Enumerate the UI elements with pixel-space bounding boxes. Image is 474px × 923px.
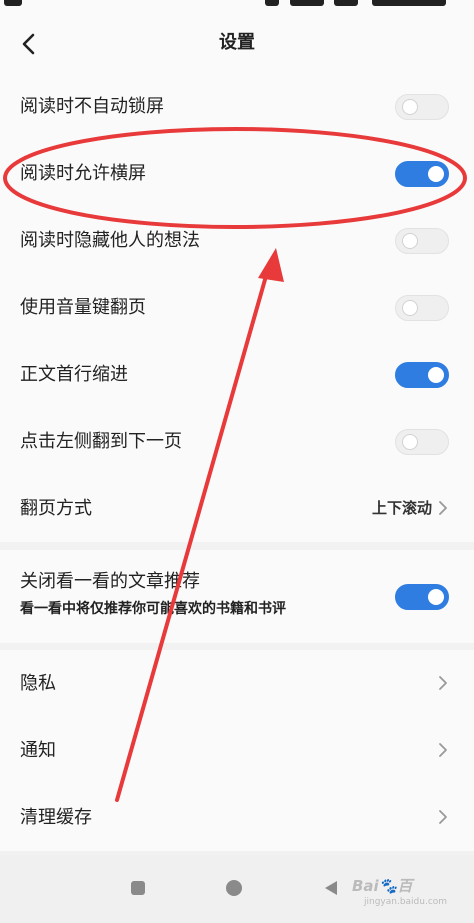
setting-label: 使用音量键翻页 bbox=[20, 297, 146, 318]
setting-label: 点击左侧翻到下一页 bbox=[20, 431, 182, 452]
toggle-knob bbox=[428, 367, 444, 383]
chevron-right-icon bbox=[439, 810, 447, 824]
setting-label: 翻页方式 bbox=[20, 498, 92, 519]
chevron-right-icon bbox=[439, 743, 447, 757]
setting-label: 阅读时隐藏他人的想法 bbox=[20, 230, 200, 251]
toggle-switch[interactable] bbox=[395, 94, 449, 120]
triangle-back-icon bbox=[325, 881, 337, 895]
square-icon bbox=[131, 881, 145, 895]
status-fragment bbox=[4, 0, 22, 6]
setting-row-hide-thoughts[interactable]: 阅读时隐藏他人的想法 bbox=[0, 207, 474, 274]
setting-row-tap-left-next-page[interactable]: 点击左侧翻到下一页 bbox=[0, 408, 474, 475]
status-fragment bbox=[372, 0, 446, 6]
setting-row-allow-landscape[interactable]: 阅读时允许横屏 bbox=[0, 140, 474, 207]
status-fragment bbox=[334, 0, 358, 6]
circle-icon bbox=[226, 880, 242, 896]
chevron-right-icon bbox=[439, 676, 447, 690]
recent-apps-button[interactable] bbox=[129, 879, 147, 897]
back-button[interactable] bbox=[10, 26, 46, 62]
setting-row-disable-recommend[interactable]: 关闭看一看的文章推荐 看一看中将仅推荐你可能喜欢的书籍和书评 bbox=[0, 550, 474, 643]
back-nav-button[interactable] bbox=[322, 879, 340, 897]
setting-label: 隐私 bbox=[20, 673, 56, 694]
app-header: 设置 bbox=[0, 14, 474, 72]
toggle-knob bbox=[428, 166, 444, 182]
chevron-right-icon bbox=[439, 501, 447, 515]
toggle-knob bbox=[428, 589, 444, 605]
setting-row-privacy[interactable]: 隐私 bbox=[0, 650, 474, 717]
page-turn-mode-value: 上下滚动 bbox=[371, 499, 432, 517]
chevron-left-icon bbox=[22, 33, 35, 55]
setting-label: 正文首行缩进 bbox=[20, 364, 128, 385]
page-title: 设置 bbox=[219, 32, 255, 53]
setting-label: 阅读时不自动锁屏 bbox=[20, 96, 164, 117]
toggle-switch[interactable] bbox=[395, 429, 449, 455]
watermark-url: jingyan.baidu.com bbox=[364, 897, 448, 907]
setting-row-first-line-indent[interactable]: 正文首行缩进 bbox=[0, 341, 474, 408]
misc-section: 隐私 通知 清理缓存 bbox=[0, 650, 474, 851]
reading-settings-section: 阅读时不自动锁屏 阅读时允许横屏 阅读时隐藏他人的想法 使用音量键翻页 正文首行… bbox=[0, 72, 474, 542]
toggle-knob bbox=[402, 233, 418, 249]
setting-row-notifications[interactable]: 通知 bbox=[0, 717, 474, 784]
setting-label: 清理缓存 bbox=[20, 807, 92, 828]
setting-row-page-turn-mode[interactable]: 翻页方式 上下滚动 bbox=[0, 475, 474, 542]
setting-row-volume-key-turn[interactable]: 使用音量键翻页 bbox=[0, 274, 474, 341]
setting-label: 通知 bbox=[20, 740, 56, 761]
setting-row-clear-cache[interactable]: 清理缓存 bbox=[0, 784, 474, 851]
watermark: Bai🐾百 bbox=[352, 877, 413, 895]
toggle-switch[interactable] bbox=[395, 295, 449, 321]
home-button[interactable] bbox=[225, 879, 243, 897]
toggle-knob bbox=[402, 300, 418, 316]
system-nav-bar: Bai🐾百 jingyan.baidu.com bbox=[0, 855, 474, 923]
setting-label: 阅读时允许横屏 bbox=[20, 163, 146, 184]
toggle-switch[interactable] bbox=[395, 584, 449, 610]
toggle-knob bbox=[402, 99, 418, 115]
setting-description: 看一看中将仅推荐你可能喜欢的书籍和书评 bbox=[20, 601, 286, 617]
status-fragment bbox=[290, 0, 324, 6]
toggle-switch[interactable] bbox=[395, 161, 449, 187]
toggle-knob bbox=[402, 434, 418, 450]
toggle-switch[interactable] bbox=[395, 362, 449, 388]
recommendation-section: 关闭看一看的文章推荐 看一看中将仅推荐你可能喜欢的书籍和书评 bbox=[0, 550, 474, 643]
status-fragment bbox=[265, 0, 279, 6]
setting-row-no-auto-lock[interactable]: 阅读时不自动锁屏 bbox=[0, 73, 474, 140]
toggle-switch[interactable] bbox=[395, 228, 449, 254]
status-bar bbox=[0, 0, 474, 14]
